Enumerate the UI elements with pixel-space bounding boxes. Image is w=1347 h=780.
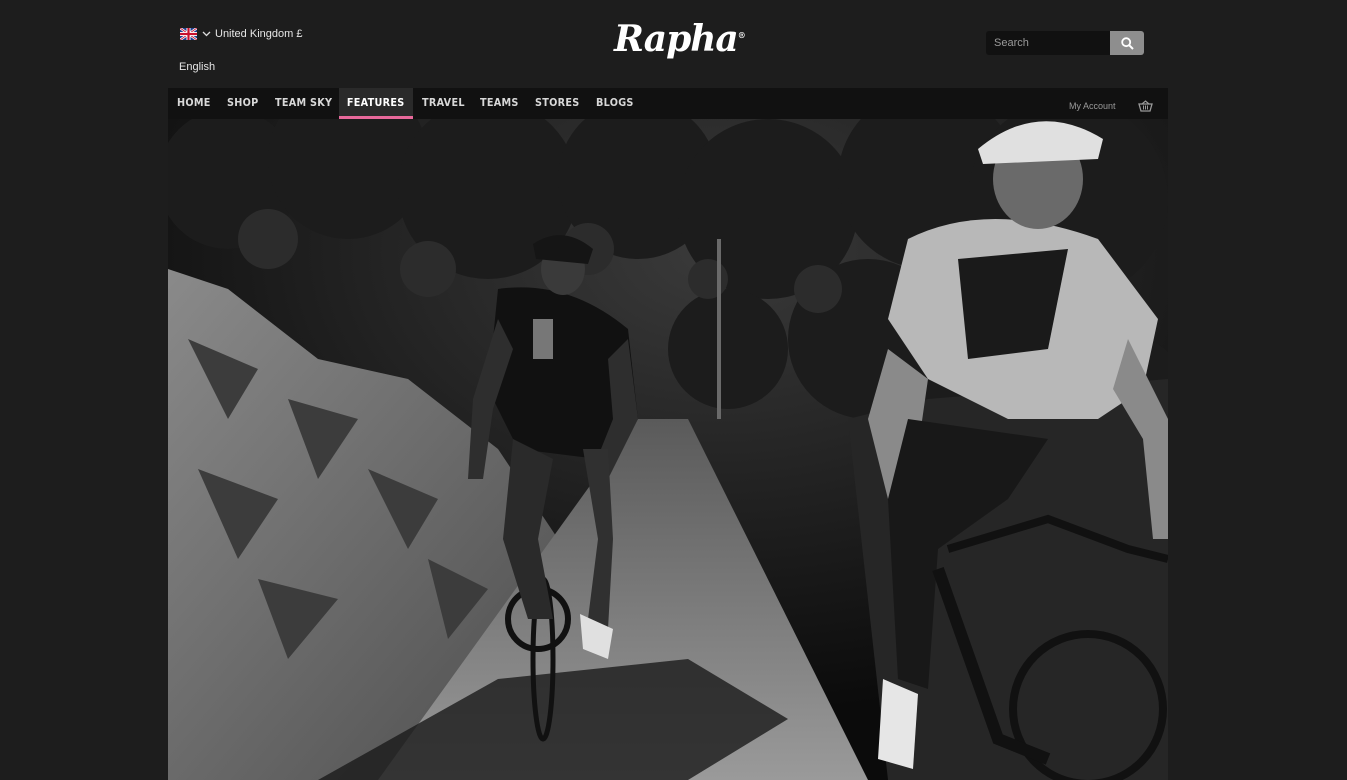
region-selector[interactable]: United Kingdom £ bbox=[179, 27, 303, 41]
registered-mark: ® bbox=[737, 30, 746, 40]
nav-item-shop[interactable]: SHOP bbox=[227, 88, 258, 119]
nav-item-features-label: FEATURES bbox=[347, 96, 405, 109]
chevron-down-icon bbox=[202, 28, 211, 40]
search-input[interactable] bbox=[986, 31, 1110, 55]
uk-flag-icon bbox=[179, 27, 198, 41]
main-nav: HOME SHOP TEAM SKY FEATURES TRAVEL TEAMS… bbox=[168, 88, 1168, 119]
logo-text: Rapha bbox=[614, 18, 739, 60]
hero-image[interactable] bbox=[168, 119, 1168, 780]
nav-item-team-sky[interactable]: TEAM SKY bbox=[275, 88, 332, 119]
region-label: United Kingdom £ bbox=[215, 28, 303, 40]
nav-item-blogs[interactable]: BLOGS bbox=[596, 88, 634, 119]
nav-item-travel[interactable]: TRAVEL bbox=[422, 88, 465, 119]
rapha-logo[interactable]: Rapha® bbox=[614, 18, 746, 60]
language-selector[interactable]: English bbox=[179, 61, 215, 73]
search-button[interactable] bbox=[1110, 31, 1144, 55]
nav-item-home[interactable]: HOME bbox=[177, 88, 211, 119]
site-header: United Kingdom £ English Rapha® bbox=[168, 0, 1168, 88]
cyclists-photo bbox=[168, 119, 1168, 780]
search-icon bbox=[1120, 36, 1134, 50]
search-form bbox=[986, 31, 1144, 55]
nav-item-features[interactable]: FEATURES bbox=[339, 88, 413, 119]
basket-icon[interactable] bbox=[1138, 99, 1153, 117]
my-account-link[interactable]: My Account bbox=[1069, 101, 1116, 111]
nav-item-teams[interactable]: TEAMS bbox=[480, 88, 519, 119]
nav-item-stores[interactable]: STORES bbox=[535, 88, 579, 119]
